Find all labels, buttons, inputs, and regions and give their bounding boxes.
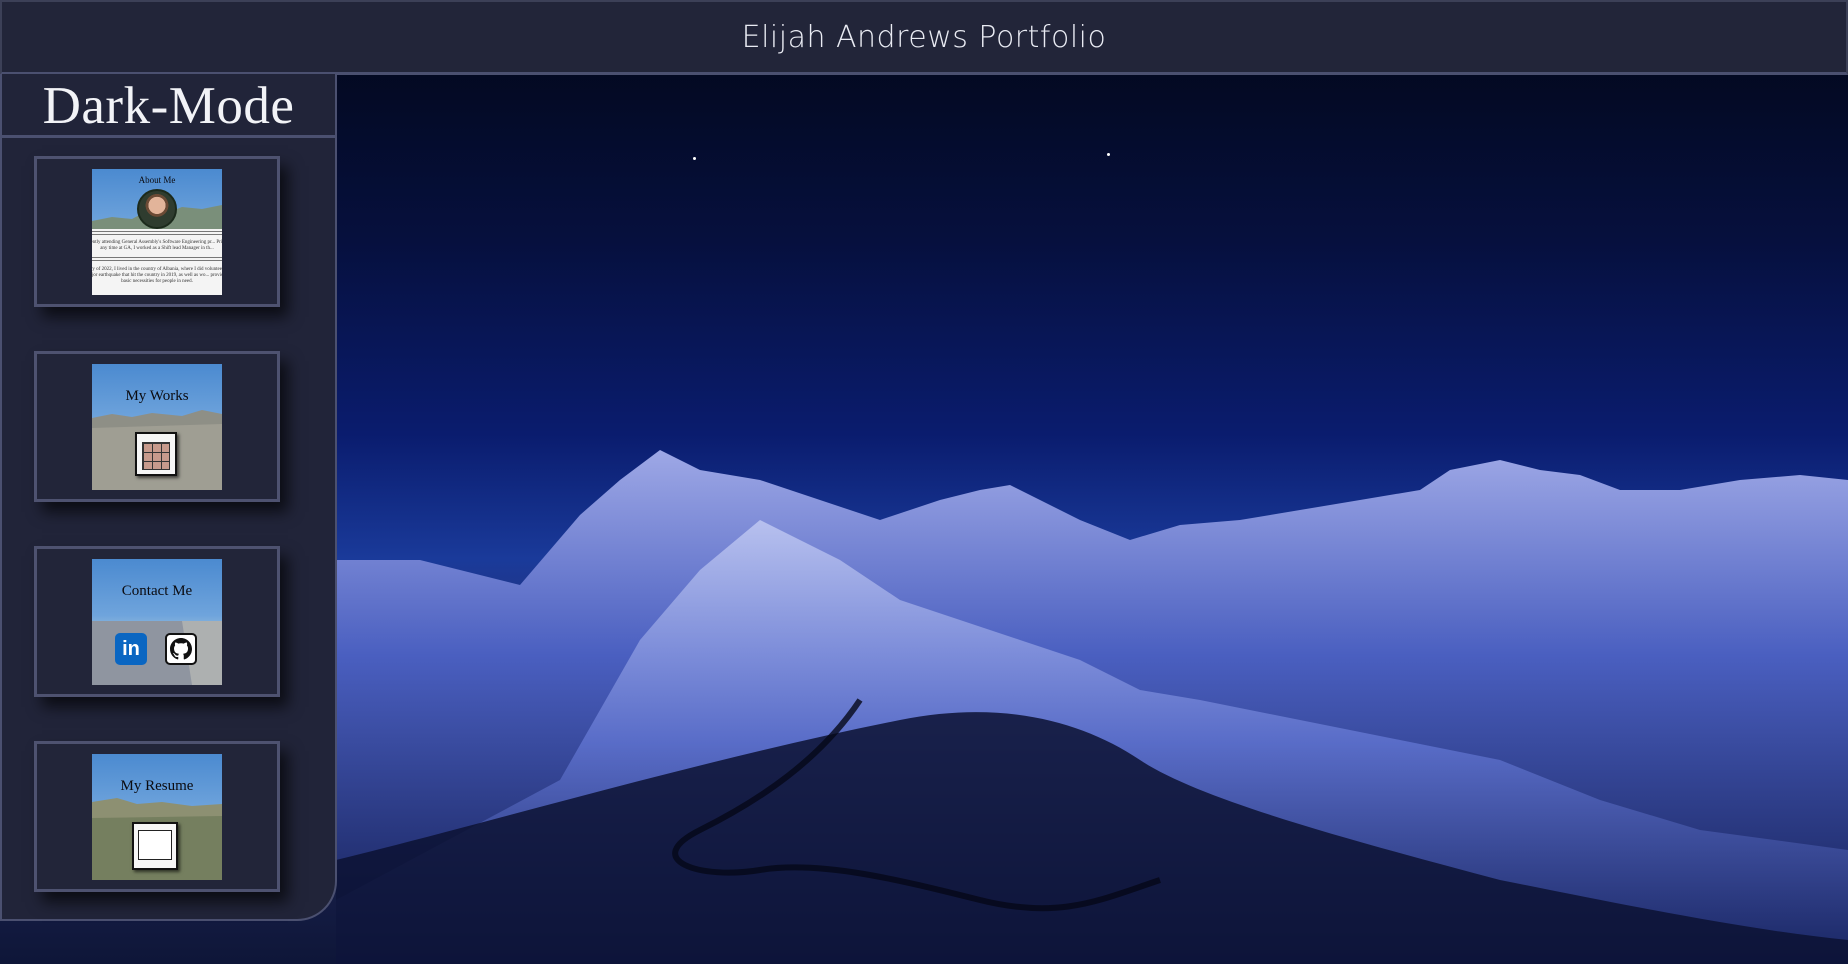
resume-preview-frame [132, 822, 178, 870]
github-icon [165, 633, 197, 665]
star-decoration [693, 157, 696, 160]
sidebar-title: Dark-Mode [2, 74, 335, 138]
page-title: Elijah Andrews Portfolio [741, 19, 1107, 55]
about-text-bottom: ...ary of 2022, I lived in the country o… [92, 267, 222, 284]
thumbnail-title: My Works [125, 388, 189, 404]
resume-page-preview [138, 830, 172, 860]
my-works-thumbnail: My Works [92, 364, 222, 490]
about-text-panel: currently attending General Assembly's S… [92, 229, 222, 295]
thumbnail-title: My Resume [120, 778, 194, 794]
github-mark [170, 638, 192, 660]
project-grid-preview [142, 442, 170, 470]
thumbnail-title: About Me [138, 175, 176, 185]
divider [92, 257, 222, 258]
my-resume-card[interactable]: My Resume [34, 741, 280, 892]
thumbnail-mountain [92, 621, 222, 685]
thumbnail-title: Contact Me [121, 583, 193, 599]
divider [92, 234, 222, 235]
about-text-top: currently attending General Assembly's S… [92, 240, 222, 251]
about-me-thumbnail: About Me currently attending General Ass… [92, 169, 222, 295]
about-me-card[interactable]: About Me currently attending General Ass… [34, 156, 280, 307]
project-preview-frame [135, 432, 177, 476]
my-works-card[interactable]: My Works [34, 351, 280, 502]
sidebar: Dark-Mode About Me currently attending G… [0, 74, 337, 921]
my-resume-thumbnail: My Resume [92, 754, 222, 880]
divider [92, 231, 222, 232]
page-header: Elijah Andrews Portfolio [0, 0, 1848, 75]
avatar [137, 189, 177, 229]
divider [92, 260, 222, 261]
contact-me-card[interactable]: Contact Me in [34, 546, 280, 697]
star-decoration [1107, 153, 1110, 156]
linkedin-icon: in [115, 633, 147, 665]
contact-me-thumbnail: Contact Me in [92, 559, 222, 685]
